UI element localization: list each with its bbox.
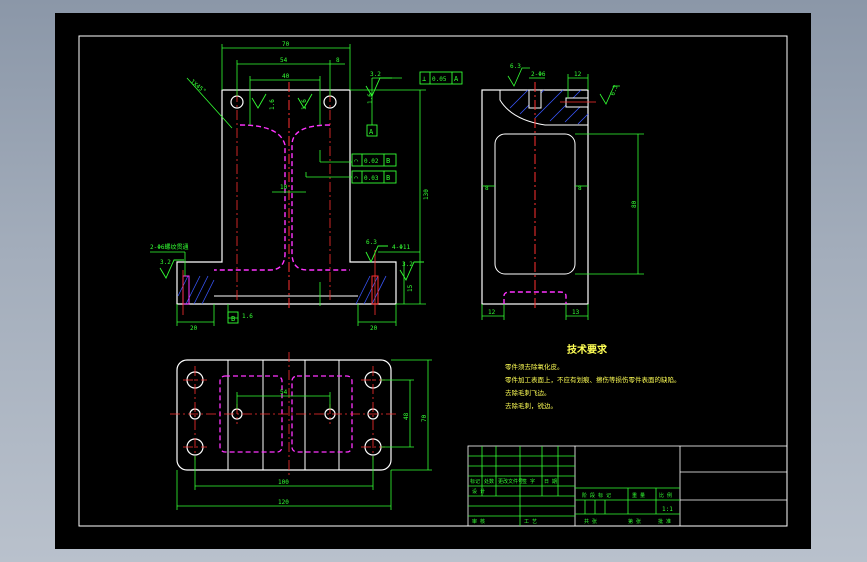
side-dimensions: [481, 67, 644, 320]
tb-cell: 批 准: [658, 518, 671, 525]
roughness-top: 3.2: [370, 71, 381, 78]
side-view: 6.3 6.3 12 8 8 80 12 13 2-Φ6: [481, 63, 644, 320]
side-dim-bottom-right: 13: [572, 309, 580, 316]
tb-cell: 阶 段 标 记: [582, 492, 611, 499]
tb-cell: 比 例: [659, 492, 672, 499]
tb-cell: 设 计: [472, 488, 485, 495]
chamfer-note: 1X45°: [189, 78, 207, 95]
tol-perp-ref: A: [454, 75, 459, 83]
tol-para-sym: ⌒: [354, 174, 358, 182]
side-dim-8-left: 8: [485, 185, 489, 192]
tb-cell: 更改文件号: [498, 478, 523, 485]
tech-req-item: 零件加工表面上，不应有划痕、擦伤等损伤零件表面的缺陷。: [505, 375, 681, 384]
datum-b: B: [231, 315, 235, 323]
side-roughness-top: 6.3: [510, 63, 521, 70]
roughness-hole: 6.3: [366, 239, 377, 246]
top-dim-hole-pitch: 100: [278, 479, 289, 486]
tech-req-item: 零件须去除氧化皮。: [505, 362, 564, 371]
top-dim-spacing: 54: [280, 389, 288, 396]
front-view: 70 54 40 8 1X45° 3.2 3.2 3.2 6.3 10 130 …: [150, 41, 463, 332]
tol-perp-sym: ⊥: [422, 75, 426, 83]
tol-flat-ref: B: [386, 157, 390, 165]
dim-foot-left: 20: [190, 325, 198, 332]
tb-cell: 第 张: [628, 518, 641, 525]
side-dim-top: 12: [574, 71, 582, 78]
roughness-foot-right: 3.2: [402, 261, 413, 268]
title-block: [467, 445, 788, 527]
dim-height: 130: [423, 189, 430, 200]
cad-drawing-area: 70 54 40 8 1X45° 3.2 3.2 3.2 6.3 10 130 …: [55, 13, 811, 549]
top-dim-total: 120: [278, 499, 289, 506]
title-block-labels: 标记 处数 更改文件号 签 字 日 期 设 计 阶 段 标 记 重 量 比 例 …: [470, 478, 673, 525]
dim-foot-height: 15: [407, 284, 414, 292]
dim-flat-2: 1.6: [301, 99, 308, 110]
dim-inner: 40: [282, 73, 290, 80]
datum-a: A: [369, 128, 374, 136]
tb-cell: 工 艺: [524, 519, 537, 525]
hole-note-right: 4-Φ11: [392, 244, 410, 251]
dim-hole-spacing: 54: [280, 57, 288, 64]
dim-total-width: 70: [282, 41, 290, 48]
tb-scale: 1:1: [662, 506, 673, 513]
top-view: 54 100 120 48 70: [170, 352, 432, 510]
technical-requirements: 技术要求 零件须去除氧化皮。 零件加工表面上，不应有划痕、擦伤等损伤零件表面的缺…: [505, 343, 681, 410]
tb-cell: 重 量: [632, 492, 645, 499]
front-dimensions: [150, 44, 426, 326]
tol-flat-val: 0.02: [364, 158, 379, 165]
tol-perp-val: 0.05: [432, 76, 447, 83]
tol-para-ref: B: [386, 174, 390, 182]
tb-cell: 标记: [470, 478, 480, 485]
top-dim-width-inner: 48: [403, 412, 410, 420]
top-view-centerlines: [170, 352, 398, 478]
tech-req-item: 去除毛刺飞边。: [505, 388, 551, 397]
tb-cell: 签 字: [522, 478, 535, 485]
hole-note-left: 2-Φ6螺纹贯通: [150, 243, 188, 251]
tech-req-item: 去除毛刺，锐边。: [505, 401, 557, 410]
side-dim-height: 80: [631, 200, 638, 208]
tb-cell: 共 张: [584, 518, 597, 525]
tb-cell: 审 核: [472, 518, 485, 525]
dim-flat-4: 1.6: [242, 313, 253, 320]
side-dim-bottom-left: 12: [488, 309, 496, 316]
dim-flat-3: 1.6: [367, 93, 374, 104]
drawing-sheet: 70 54 40 8 1X45° 3.2 3.2 3.2 6.3 10 130 …: [78, 35, 788, 527]
tol-para-val: 0.03: [364, 175, 379, 182]
top-dim-width: 70: [421, 414, 428, 422]
hatch-right-foot: [355, 275, 387, 305]
dim-foot-right: 20: [370, 325, 378, 332]
side-dim-mark: 2-Φ6: [531, 71, 546, 78]
top-view-outline: [176, 359, 392, 471]
dim-flat: 1.6: [269, 99, 276, 110]
dim-small: 8: [336, 57, 340, 64]
tech-req-title: 技术要求: [567, 343, 608, 356]
tb-cell: 处数: [484, 478, 494, 485]
tol-flat-sym: ⌒: [354, 157, 358, 165]
dim-rib: 10: [280, 184, 288, 191]
front-view-outline: [176, 89, 397, 305]
roughness-foot-left: 3.2: [160, 259, 171, 266]
side-dim-8-right: 8: [578, 185, 582, 192]
tb-cell: 日 期: [544, 479, 557, 485]
